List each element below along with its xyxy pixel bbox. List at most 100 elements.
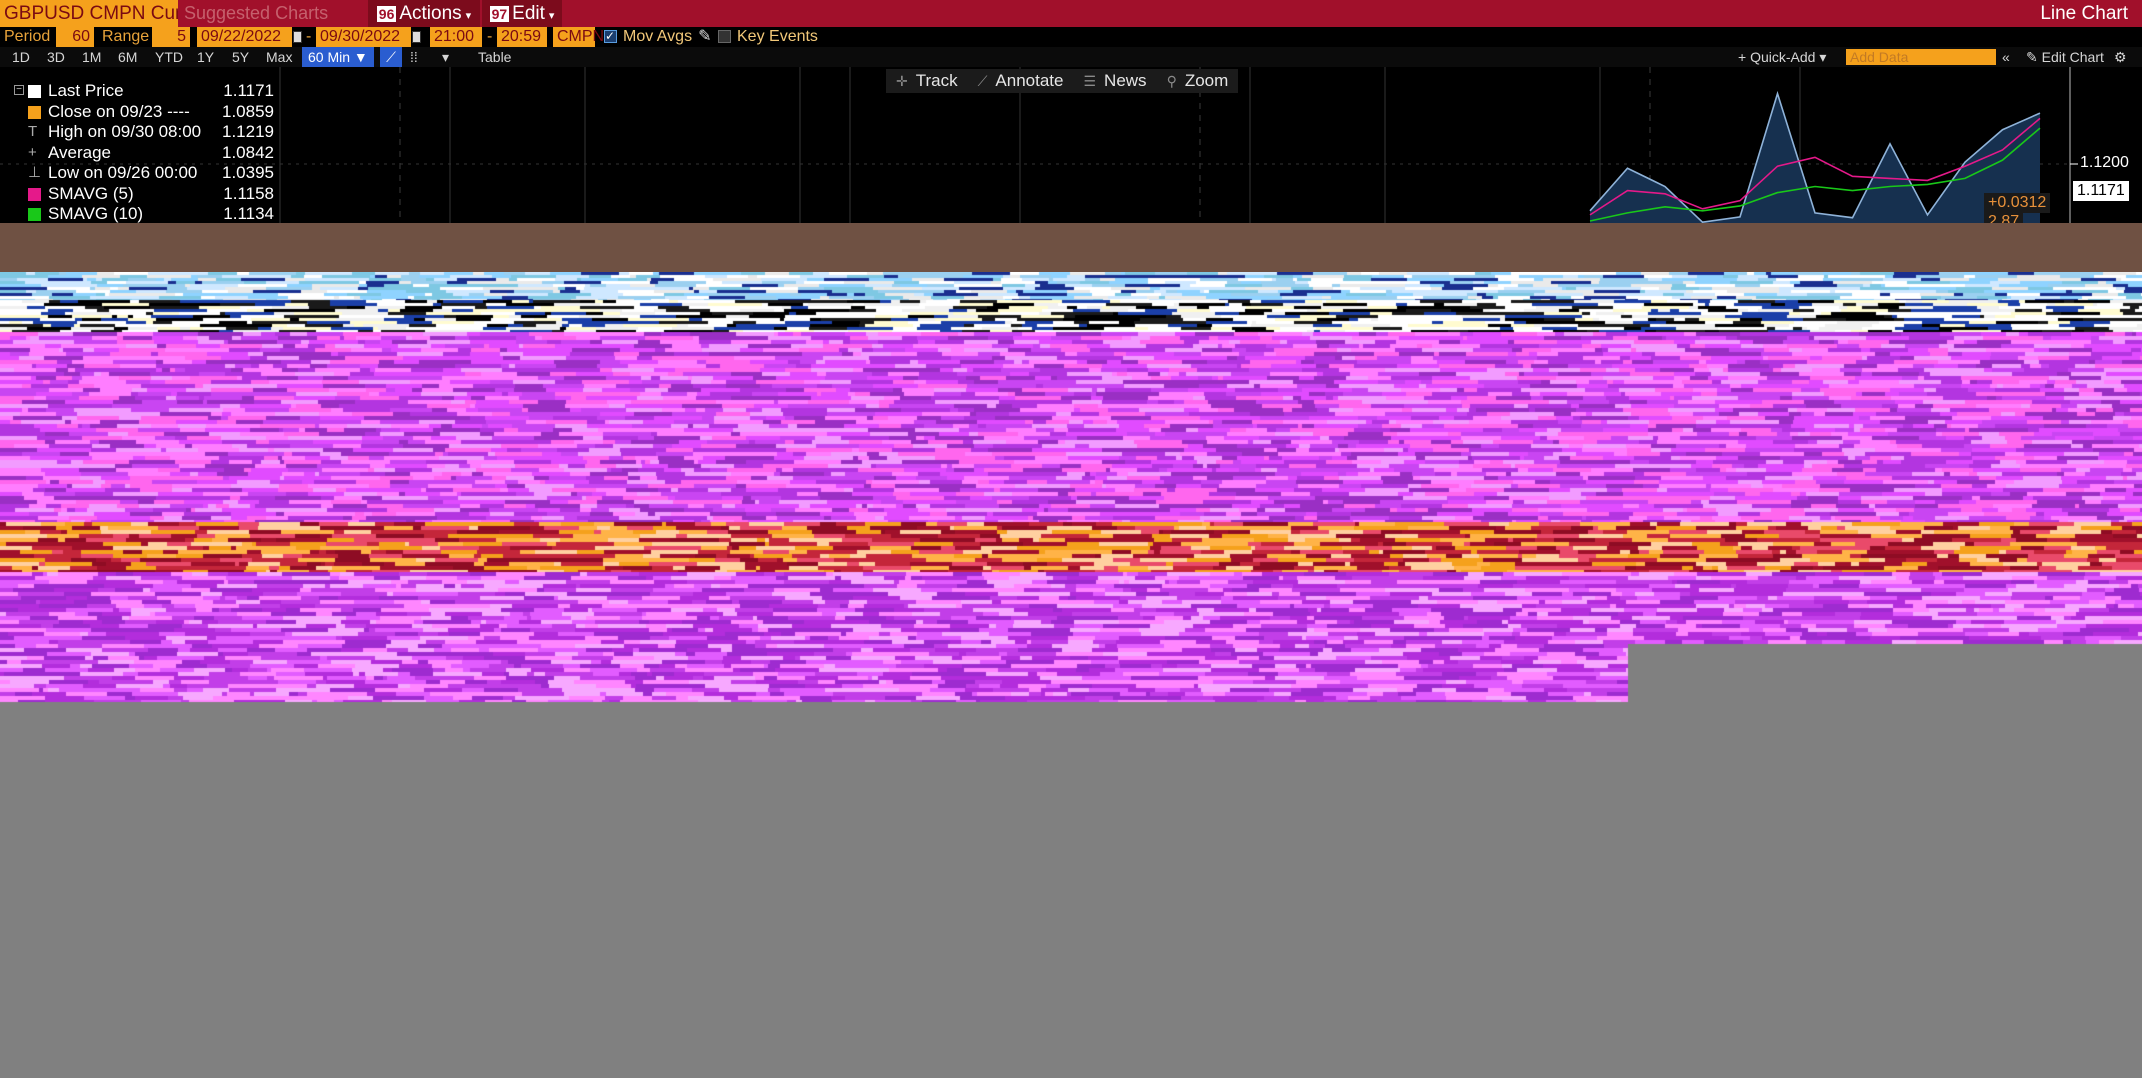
chart-panel[interactable]: ✛ Track ⟋ Annotate ☰ News ⚲ Zoom − Last Pric…	[0, 67, 2142, 223]
quick-add-button[interactable]: + Quick-Add ▾	[1738, 47, 1826, 67]
pencil-icon[interactable]: ✎	[698, 28, 711, 45]
actions-menu-button[interactable]: 96 Actions ▾	[368, 0, 480, 27]
calendar-icon[interactable]	[412, 31, 421, 43]
low-marker-icon: ⊥	[28, 164, 42, 181]
start-date-field[interactable]: 09/22/2022	[197, 27, 292, 47]
annotate-label: Annotate	[995, 71, 1064, 90]
frequency-dropdown[interactable]: 60 Min ▼	[302, 47, 374, 67]
last-price-area	[1590, 93, 2040, 223]
annotate-pen-icon: ⟋	[977, 72, 988, 89]
legend-value: 1.1219	[222, 122, 274, 141]
legend-value: 1.1171	[223, 81, 274, 100]
chevron-down-icon[interactable]: ▾	[442, 47, 449, 67]
magnifier-icon: ⚲	[1166, 72, 1177, 89]
mov-avgs-label: Mov Avgs	[623, 28, 693, 45]
legend-value: 1.1134	[223, 204, 274, 223]
legend-name: Last Price	[48, 81, 124, 100]
legend-row-close[interactable]: Close on 09/23 ---- 1.0859	[14, 102, 274, 123]
line-chart-icon[interactable]: ⟋	[380, 47, 402, 67]
chart-legend: − Last Price 1.1171 Close on 09/23 ---- …	[14, 81, 274, 223]
news-label: News	[1104, 71, 1147, 90]
title-bar: GBPUSD CMPN Curncy Suggested Charts 96Ac…	[0, 0, 2142, 27]
legend-value: 1.0395	[222, 163, 274, 182]
chevron-down-icon: ▼	[353, 49, 368, 65]
actions-menu-label: Actions	[399, 3, 462, 24]
mov-avgs-toggle[interactable]: Mov Avgs ✎	[604, 26, 711, 47]
y-tick-label: 1.1200	[2080, 154, 2129, 171]
legend-value: 1.0859	[222, 101, 274, 121]
average-marker-icon: +	[28, 143, 37, 161]
news-button[interactable]: ☰ News	[1073, 71, 1156, 91]
range-1m-button[interactable]: 1M	[82, 47, 101, 67]
crosshair-icon: ✛	[896, 72, 908, 89]
bloomberg-chart-window: GBPUSD CMPN Curncy Suggested Charts 96Ac…	[0, 0, 2142, 1078]
range-6m-button[interactable]: 6M	[118, 47, 137, 67]
white-swatch-icon	[28, 85, 41, 98]
range-field[interactable]: 5	[152, 27, 190, 47]
range-label: Range	[102, 28, 150, 45]
chevron-down-icon: ▾	[1819, 49, 1827, 65]
legend-name: Low on 09/26 00:00	[48, 163, 198, 182]
frequency-label: 60 Min	[308, 49, 351, 65]
source-field[interactable]: CMPN	[553, 27, 604, 47]
bar-style-icon[interactable]: ⁞⁞	[410, 47, 418, 67]
news-icon: ☰	[1083, 72, 1097, 89]
time-separator: -	[487, 28, 493, 45]
legend-row-high[interactable]: T High on 09/30 08:00 1.1219	[14, 122, 274, 143]
collapse-double-chevron-icon[interactable]: «	[2002, 47, 2010, 67]
key-events-label: Key Events	[737, 28, 818, 45]
start-time-field[interactable]: 21:00	[430, 27, 482, 47]
security-field[interactable]: GBPUSD CMPN Curncy	[0, 0, 178, 27]
collapse-toggle-icon[interactable]: −	[14, 85, 24, 95]
period-field[interactable]: 60	[56, 27, 94, 47]
range-toolbar: 1D 3D 1M 6M YTD 1Y 5Y Max 60 Min ▼ ⟋ ⁞⁞ …	[0, 47, 2142, 67]
legend-row-smavg10[interactable]: SMAVG (10) 1.1134	[14, 204, 274, 223]
checkbox-checked-icon	[604, 26, 617, 46]
zoom-button[interactable]: ⚲ Zoom	[1157, 71, 1239, 91]
legend-row-last-price[interactable]: − Last Price 1.1171	[14, 81, 274, 102]
price-change-pct-tag: 2.87	[1984, 212, 2024, 223]
magenta-swatch-icon	[28, 187, 41, 201]
legend-value: 1.1158	[223, 183, 274, 203]
corrupted-render-area	[0, 272, 2142, 784]
chart-toolbar: ✛ Track ⟋ Annotate ☰ News ⚲ Zoom	[886, 69, 1239, 93]
end-date-field[interactable]: 09/30/2022	[316, 27, 411, 47]
add-data-input[interactable]	[1846, 49, 1996, 65]
zoom-label: Zoom	[1184, 71, 1229, 90]
range-3d-button[interactable]: 3D	[47, 47, 65, 67]
range-ytd-button[interactable]: YTD	[155, 47, 183, 67]
suggested-charts-link[interactable]: Suggested Charts	[184, 0, 360, 27]
edit-chart-button[interactable]: ✎ Edit Chart	[2026, 47, 2104, 67]
calendar-icon[interactable]	[293, 31, 302, 43]
legend-name: Average	[48, 142, 112, 162]
legend-name: SMAVG (5)	[48, 183, 134, 203]
legend-row-average[interactable]: + Average 1.0842	[14, 143, 274, 164]
table-button[interactable]: Table	[478, 47, 511, 67]
key-events-toggle[interactable]: Key Events	[718, 27, 818, 47]
legend-name: SMAVG (10)	[48, 204, 144, 223]
range-1y-button[interactable]: 1Y	[197, 47, 214, 67]
pencil-icon: ✎	[2026, 49, 2042, 65]
price-change-tag: +0.0312	[1984, 193, 2051, 213]
gear-icon[interactable]: ⚙	[2114, 47, 2127, 67]
chart-type-label: Line Chart	[2040, 3, 2128, 24]
orange-swatch-icon	[28, 105, 41, 119]
chevron-down-icon: ▾	[465, 10, 472, 22]
track-button[interactable]: ✛ Track	[886, 71, 968, 91]
edit-chart-label: Edit Chart	[2041, 49, 2104, 65]
range-1d-button[interactable]: 1D	[12, 47, 30, 67]
edit-menu-label: Edit	[512, 3, 545, 24]
plus-icon: +	[1738, 49, 1751, 65]
legend-row-low[interactable]: ⊥ Low on 09/26 00:00 1.0395	[14, 163, 274, 184]
annotate-button[interactable]: ⟋ Annotate	[968, 71, 1074, 91]
end-time-field[interactable]: 20:59	[497, 27, 547, 47]
quick-add-label: Quick-Add	[1750, 49, 1816, 65]
legend-row-smavg5[interactable]: SMAVG (5) 1.1158	[14, 184, 274, 205]
range-max-button[interactable]: Max	[266, 47, 292, 67]
date-separator: -	[306, 28, 312, 45]
edit-menu-button[interactable]: 97 Edit ▾	[482, 0, 562, 27]
last-price-tag: 1.1171	[2073, 181, 2129, 201]
legend-value: 1.0842	[222, 142, 274, 162]
range-5y-button[interactable]: 5Y	[232, 47, 249, 67]
actions-menu-number: 96	[376, 6, 397, 22]
